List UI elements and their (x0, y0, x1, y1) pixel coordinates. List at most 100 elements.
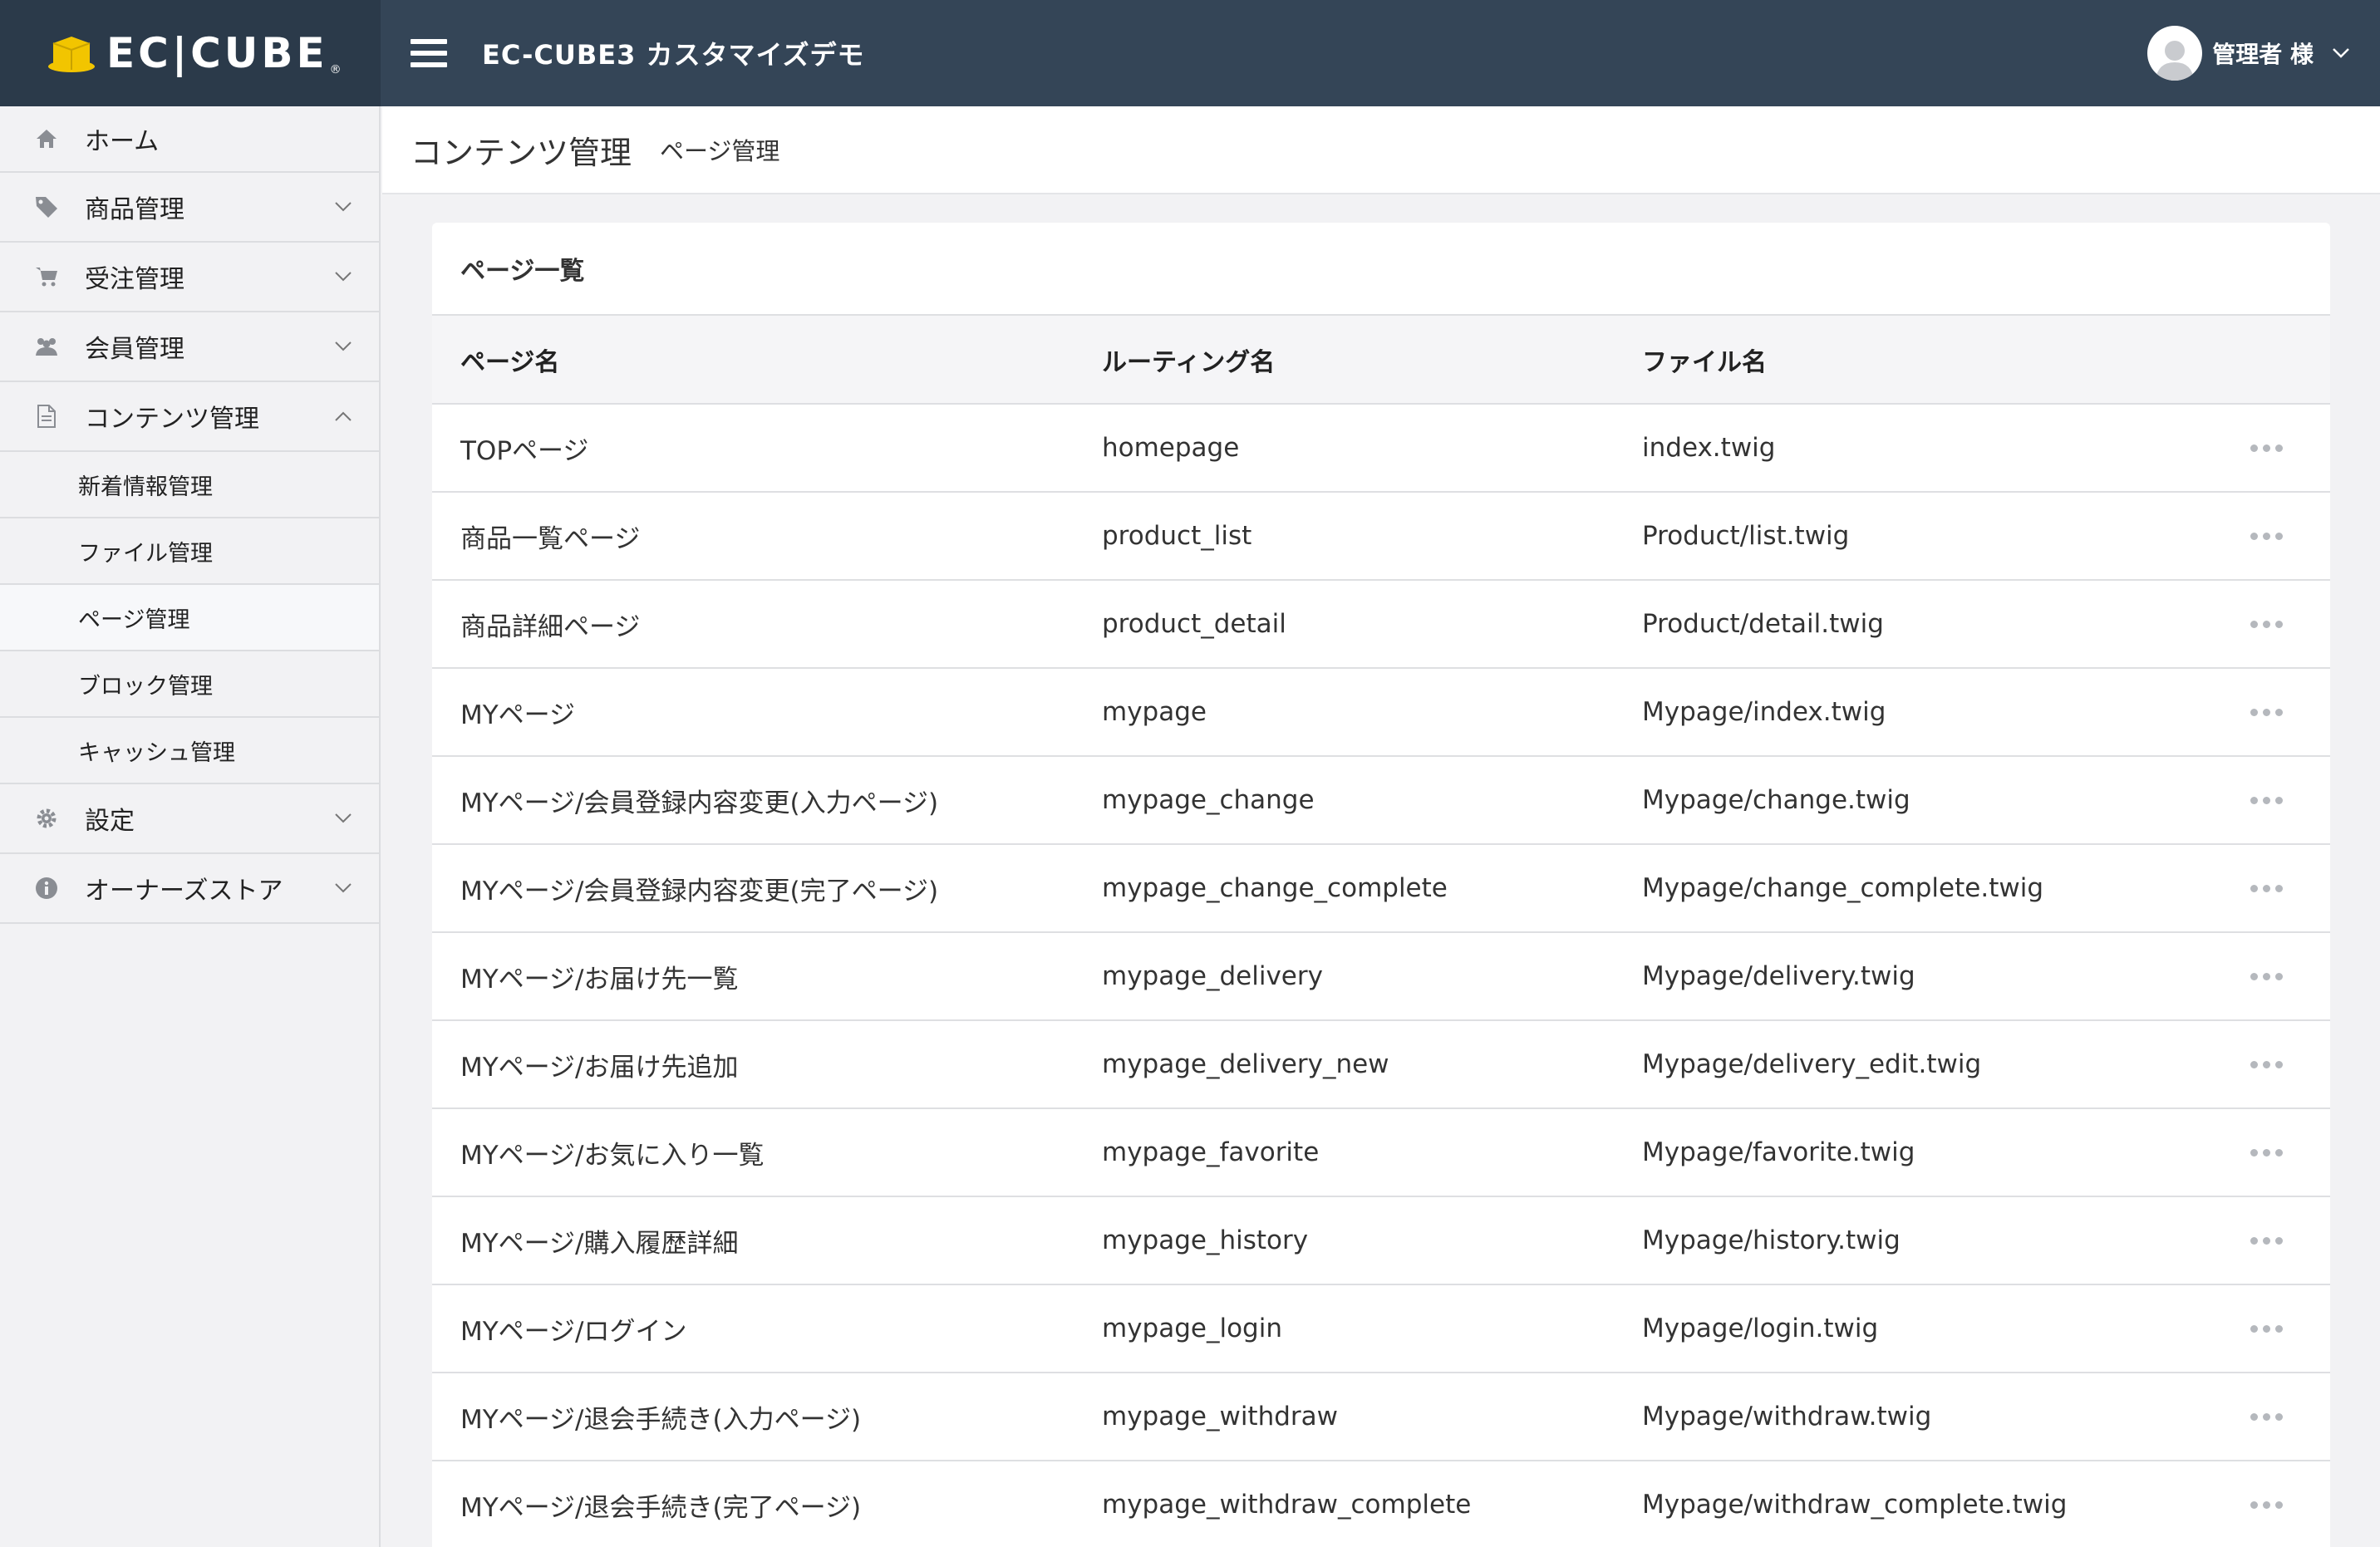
table-row[interactable]: MYページ/お届け先追加 mypage_delivery_new Mypage/de… (432, 1020, 2330, 1108)
sidebar-item-members[interactable]: 会員管理 (0, 312, 379, 382)
routing-name-cell: mypage_change_complete (1102, 873, 1448, 903)
sidebar-item-orders[interactable]: 受注管理 (0, 243, 379, 312)
more-options-icon[interactable] (2235, 884, 2330, 892)
table-header-row: ページ名 ルーティング名 ファイル名 (432, 316, 2330, 405)
row-actions-cell (2207, 492, 2330, 580)
user-menu[interactable]: 管理者 様 (2147, 26, 2350, 81)
sidebar-item-home[interactable]: ホーム (0, 106, 379, 173)
page-name-cell: 商品詳細ページ (460, 611, 641, 642)
row-actions-cell (2207, 668, 2330, 756)
sidebar-item-content[interactable]: コンテンツ管理 (0, 382, 379, 452)
user-silhouette-icon (2156, 41, 2195, 81)
page-title: コンテンツ管理 (411, 134, 632, 171)
page-name-cell: MYページ/お届け先追加 (460, 1052, 739, 1083)
table-row[interactable]: MYページ/ログイン mypage_login Mypage/login.twig (432, 1284, 2330, 1373)
routing-name-cell: mypage_withdraw_complete (1102, 1490, 1472, 1520)
hamburger-menu-icon[interactable] (411, 39, 447, 67)
page-name-cell: MYページ/お届け先一覧 (460, 964, 739, 994)
column-header-page-name: ページ名 (432, 316, 1102, 405)
page-name-cell: MYページ/会員登録内容変更(完了ページ) (460, 876, 939, 906)
more-options-icon[interactable] (2235, 972, 2330, 980)
page-name-cell: TOPページ (460, 435, 589, 466)
table-row[interactable]: MYページ/退会手続き(入力ページ) mypage_withdraw Mypage/… (432, 1373, 2330, 1461)
cart-icon (33, 263, 60, 290)
row-actions-cell (2207, 1108, 2330, 1196)
home-icon (33, 125, 60, 152)
more-options-icon[interactable] (2235, 1236, 2330, 1245)
sidebar-item-owners-store[interactable]: オーナーズストア (0, 854, 379, 924)
file-name-cell: Mypage/favorite.twig (1642, 1137, 1915, 1167)
file-name-cell: Mypage/withdraw_complete.twig (1642, 1490, 2068, 1520)
more-options-icon[interactable] (2235, 1060, 2330, 1068)
sidebar: ホーム 商品管理 受注管理 会員管理 コンテンツ管理 新着情報管理 ファイル管理… (0, 106, 381, 1547)
table-row[interactable]: MYページ/お気に入り一覧 mypage_favorite Mypage/favor… (432, 1108, 2330, 1196)
sidebar-item-label: コンテンツ管理 (85, 405, 259, 434)
table-row[interactable]: MYページ/退会手続き(完了ページ) mypage_withdraw_comple… (432, 1461, 2330, 1547)
file-name-cell: Mypage/delivery.twig (1642, 961, 1915, 991)
routing-name-cell: mypage (1102, 697, 1207, 727)
more-options-icon[interactable] (2235, 620, 2330, 628)
page-name-cell: MYページ/ログイン (460, 1316, 687, 1347)
more-options-icon[interactable] (2235, 1412, 2330, 1421)
user-name: 管理者 様 (2212, 41, 2314, 68)
sidebar-subitem-pages[interactable]: ページ管理 (0, 585, 379, 651)
more-options-icon[interactable] (2235, 1148, 2330, 1157)
file-name-cell: Mypage/history.twig (1642, 1225, 1901, 1255)
routing-name-cell: mypage_login (1102, 1314, 1282, 1343)
sidebar-item-label: 会員管理 (85, 335, 184, 364)
column-header-file-name: ファイル名 (1642, 316, 2207, 405)
logo[interactable]: EC|CUBE ® (0, 0, 381, 106)
file-name-cell: Mypage/delivery_edit.twig (1642, 1049, 1982, 1079)
page-name-cell: MYページ/会員登録内容変更(入力ページ) (460, 788, 939, 818)
ec-cube-logo-icon (48, 37, 95, 72)
routing-name-cell: mypage_change (1102, 785, 1315, 815)
routing-name-cell: mypage_delivery (1102, 961, 1323, 991)
info-icon (33, 875, 60, 901)
file-name-cell: Product/detail.twig (1642, 609, 1884, 639)
card-title: ページ一覧 (432, 223, 2330, 316)
table-row[interactable]: MYページ mypage Mypage/index.twig (432, 668, 2330, 756)
sidebar-subitem-cache[interactable]: キャッシュ管理 (0, 718, 379, 784)
routing-name-cell: mypage_withdraw (1102, 1402, 1339, 1432)
sidebar-subitem-files[interactable]: ファイル管理 (0, 518, 379, 585)
file-icon (33, 403, 60, 430)
users-icon (33, 333, 60, 360)
table-row[interactable]: MYページ/会員登録内容変更(完了ページ) mypage_change_compl… (432, 844, 2330, 932)
table-row[interactable]: TOPページ homepage index.twig (432, 404, 2330, 492)
gear-icon (33, 805, 60, 832)
top-header: EC|CUBE ® EC-CUBE3 カスタマイズデモ 管理者 様 (0, 0, 2380, 106)
chevron-up-icon (335, 411, 352, 421)
logo-text: EC|CUBE (106, 29, 328, 77)
more-options-icon[interactable] (2235, 796, 2330, 804)
table-row[interactable]: MYページ/会員登録内容変更(入力ページ) mypage_change Mypage… (432, 756, 2330, 844)
more-options-icon[interactable] (2235, 532, 2330, 540)
routing-name-cell: product_detail (1102, 609, 1286, 639)
page-subtitle: ページ管理 (660, 137, 780, 165)
table-row[interactable]: MYページ/購入履歴詳細 mypage_history Mypage/history… (432, 1196, 2330, 1284)
registered-mark: ® (329, 63, 342, 76)
more-options-icon[interactable] (2235, 708, 2330, 716)
sidebar-item-products[interactable]: 商品管理 (0, 173, 379, 243)
row-actions-cell (2207, 1461, 2330, 1547)
row-actions-cell (2207, 1020, 2330, 1108)
chevron-down-icon (2333, 48, 2349, 58)
file-name-cell: index.twig (1642, 433, 1776, 463)
row-actions-cell (2207, 1373, 2330, 1461)
page-name-cell: MYページ/購入履歴詳細 (460, 1228, 739, 1259)
sidebar-subitem-blocks[interactable]: ブロック管理 (0, 651, 379, 718)
more-options-icon[interactable] (2235, 1500, 2330, 1509)
row-actions-cell (2207, 1284, 2330, 1373)
avatar (2147, 26, 2203, 81)
sidebar-item-settings[interactable]: 設定 (0, 784, 379, 854)
row-actions-cell (2207, 1196, 2330, 1284)
table-row[interactable]: 商品詳細ページ product_detail Product/detail.twig (432, 580, 2330, 668)
routing-name-cell: homepage (1102, 433, 1240, 463)
table-row[interactable]: 商品一覧ページ product_list Product/list.twig (432, 492, 2330, 580)
more-options-icon[interactable] (2235, 444, 2330, 452)
more-options-icon[interactable] (2235, 1324, 2330, 1333)
sidebar-subitem-news[interactable]: 新着情報管理 (0, 452, 379, 518)
table-row[interactable]: MYページ/お届け先一覧 mypage_delivery Mypage/delive… (432, 932, 2330, 1020)
tag-icon (33, 194, 60, 220)
page-name-cell: MYページ/退会手続き(入力ページ) (460, 1404, 862, 1435)
page-name-cell: MYページ/お気に入り一覧 (460, 1140, 765, 1171)
